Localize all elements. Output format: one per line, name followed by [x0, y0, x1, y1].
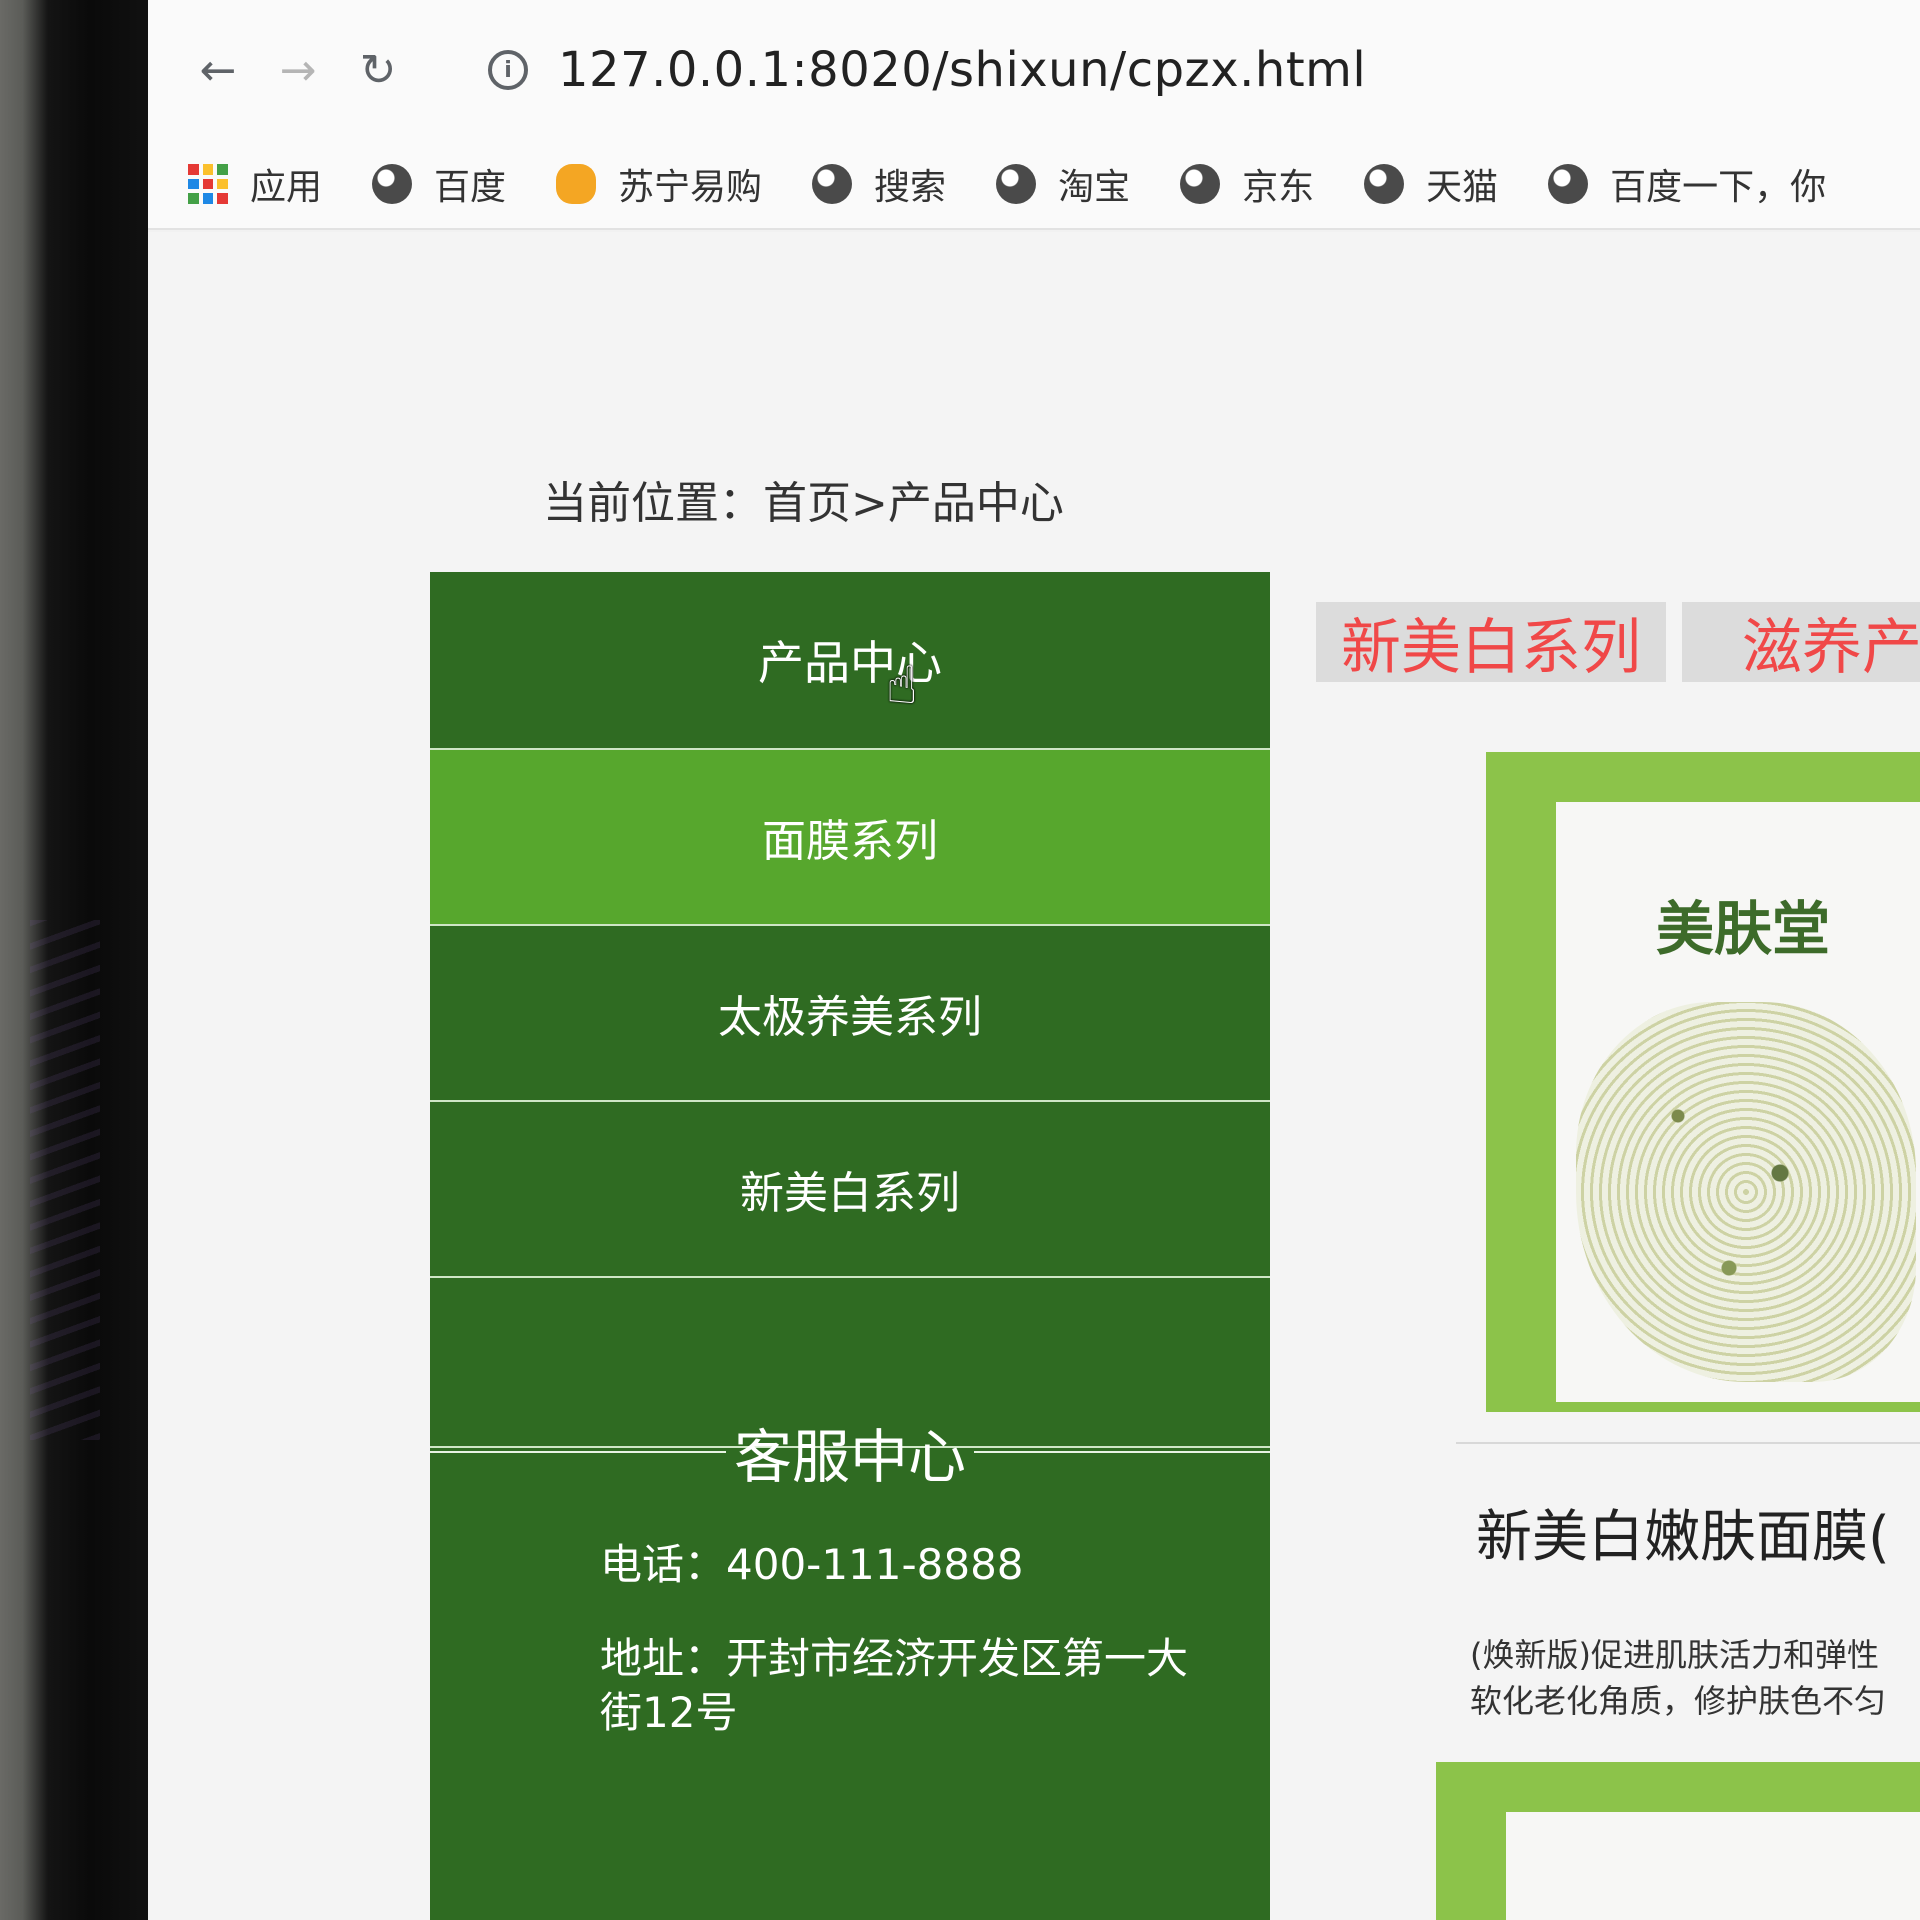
- divider: [430, 1451, 726, 1453]
- bookmark-apps[interactable]: 应用: [188, 158, 322, 210]
- bookmark-baidu-search[interactable]: 百度一下，你: [1548, 158, 1826, 210]
- reload-icon[interactable]: ↻: [338, 30, 418, 110]
- bookmarks-bar: 应用 百度 苏宁易购 搜索 淘宝 京东 天猫 百度一下，你: [148, 140, 1920, 230]
- service-heading: 客服中心: [734, 1423, 967, 1491]
- bookmark-label: 应用: [250, 167, 323, 208]
- tab-nourishing[interactable]: 滋养产: [1682, 602, 1920, 683]
- hand-cursor-icon: ☝: [886, 656, 918, 716]
- brand-logo: 美肤堂: [1656, 895, 1831, 963]
- sidebar-title: 产品中心: [430, 572, 1270, 750]
- product-image-card[interactable]: 美肤堂: [1486, 752, 1920, 1412]
- site-info-icon[interactable]: i: [488, 50, 528, 90]
- url-field[interactable]: 127.0.0.1:8020/shixun/cpzx.html: [558, 42, 1366, 98]
- globe-icon: [1364, 164, 1405, 204]
- service-phone: 电话：400-111-8888: [600, 1540, 1024, 1589]
- sidebar-item-mask[interactable]: 面膜系列: [430, 750, 1270, 926]
- forward-icon[interactable]: →: [258, 30, 338, 110]
- divider: [1456, 1442, 1920, 1444]
- browser-window: ← → ↻ i 127.0.0.1:8020/shixun/cpzx.html …: [148, 0, 1920, 1920]
- bookmark-jd[interactable]: 京东: [1180, 158, 1314, 210]
- bookmark-label: 百度: [434, 167, 507, 208]
- product-title[interactable]: 新美白嫩肤面膜(: [1476, 1492, 1890, 1573]
- product-image: 美肤堂: [1556, 802, 1920, 1402]
- bookmark-baidu[interactable]: 百度: [372, 158, 506, 210]
- breadcrumb: 当前位置：首页>产品中心: [543, 478, 1064, 529]
- divider: [974, 1451, 1271, 1453]
- page-content: 当前位置：首页>产品中心 产品中心 面膜系列 太极养美系列 新美白系列 客服中心…: [148, 232, 1920, 1920]
- bookmark-suning[interactable]: 苏宁易购: [556, 158, 762, 210]
- bookmark-label: 淘宝: [1058, 167, 1131, 208]
- service-info: 电话：400-111-8888 地址：开封市经济开发区第一大街12号: [600, 1538, 1200, 1780]
- service-title: 客服中心: [430, 1410, 1271, 1494]
- product-sidebar: 产品中心 面膜系列 太极养美系列 新美白系列 客服中心 电话：400-111-8…: [430, 572, 1271, 1920]
- bookmark-label: 京东: [1242, 167, 1315, 208]
- address-bar: ← → ↻ i 127.0.0.1:8020/shixun/cpzx.html: [148, 0, 1920, 140]
- globe-icon: [1548, 164, 1589, 204]
- globe-icon: [372, 164, 413, 204]
- sidebar-item-taiji[interactable]: 太极养美系列: [430, 926, 1270, 1102]
- suning-lion-icon: [556, 164, 597, 204]
- back-icon[interactable]: ←: [178, 30, 258, 110]
- globe-icon: [812, 164, 853, 204]
- bookmark-tmall[interactable]: 天猫: [1364, 158, 1498, 210]
- service-address: 地址：开封市经济开发区第一大街12号: [600, 1634, 1189, 1737]
- desk-decoration: [30, 920, 100, 1440]
- globe-icon: [996, 164, 1037, 204]
- botanical-illustration: [1576, 1002, 1916, 1382]
- tab-whitening[interactable]: 新美白系列: [1316, 602, 1666, 683]
- bookmark-label: 天猫: [1426, 167, 1499, 208]
- apps-grid-icon: [188, 164, 228, 204]
- bookmark-search[interactable]: 搜索: [812, 158, 946, 210]
- bookmark-label: 百度一下，你: [1610, 167, 1827, 208]
- category-tabs: 新美白系列 滋养产: [1316, 602, 1920, 683]
- monitor-bezel: [0, 0, 150, 1920]
- product-image-2: [1506, 1812, 1920, 1920]
- globe-icon: [1180, 164, 1221, 204]
- product-image-card-2[interactable]: [1436, 1762, 1920, 1920]
- bookmark-taobao[interactable]: 淘宝: [996, 158, 1130, 210]
- product-description: (焕新版)促进肌肤活力和弹性软化老化角质，修护肤色不匀: [1470, 1636, 1887, 1720]
- sidebar-item-whitening[interactable]: 新美白系列: [430, 1102, 1270, 1278]
- bookmark-label: 苏宁易购: [618, 167, 763, 208]
- bookmark-label: 搜索: [874, 167, 947, 208]
